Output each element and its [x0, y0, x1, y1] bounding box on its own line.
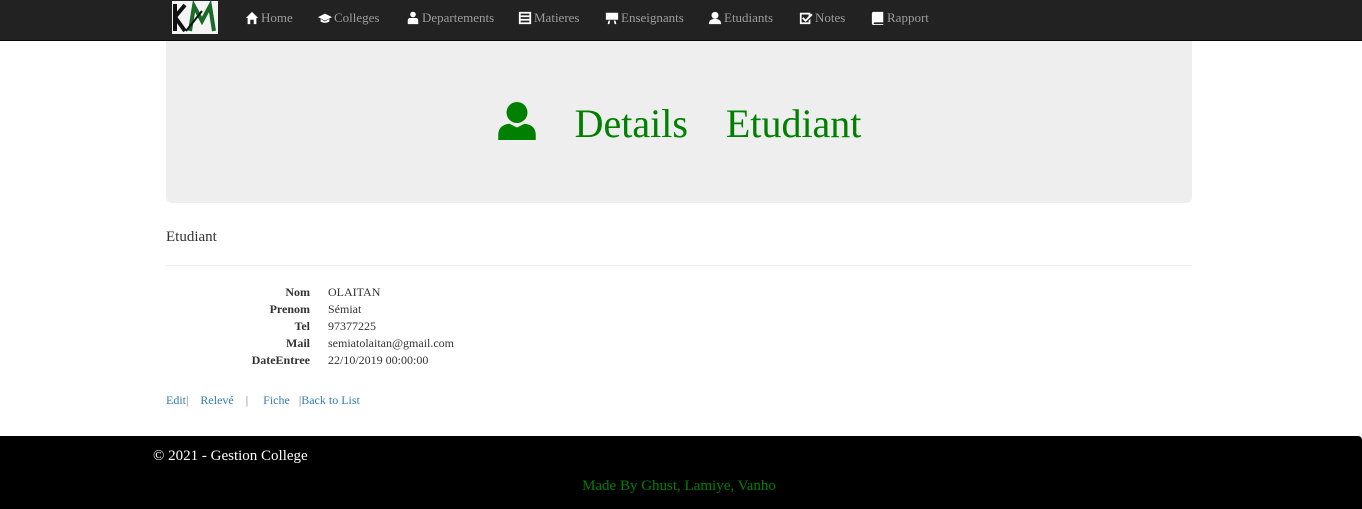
mail-label: Mail: [286, 336, 310, 350]
nav-enseignants[interactable]: Enseignants: [605, 0, 684, 36]
tel-label: Tel: [294, 319, 310, 333]
nav-label: Departements: [422, 10, 495, 25]
link-separator: |: [186, 393, 189, 407]
date-entree-value: 22/10/2019 00:00:00: [328, 353, 429, 367]
user-icon: [497, 100, 537, 140]
book-icon: [871, 11, 884, 25]
nav-label: Matieres: [534, 10, 580, 25]
nom-value: OLAITAN: [328, 285, 381, 299]
nav-notes[interactable]: Notes: [799, 0, 845, 36]
nav-departements[interactable]: Departements: [406, 0, 494, 36]
nav-label: Notes: [815, 10, 846, 25]
edit-link[interactable]: Edit: [166, 393, 186, 407]
page-header-jumbotron: Details Etudiant: [166, 41, 1192, 203]
home-icon: [245, 11, 259, 25]
nav-matieres[interactable]: Matieres: [518, 0, 579, 36]
fiche-link[interactable]: Fiche: [263, 393, 290, 407]
blackboard-icon: [605, 12, 619, 25]
title-word-details: Details: [574, 101, 688, 146]
action-links: Edit| Relevé | Fiche |Back to List: [166, 393, 360, 408]
graduation-cap-icon: [318, 13, 332, 23]
releve-link[interactable]: Relevé: [200, 393, 233, 407]
nav-label: Home: [261, 10, 293, 25]
check-icon: [799, 12, 813, 25]
nav-label: Enseignants: [621, 10, 684, 25]
page-footer: © 2021 - Gestion College Made By Ghust, …: [0, 436, 1362, 509]
divider: [166, 265, 1192, 266]
detail-row-nom: Nom OLAITAN: [166, 284, 766, 301]
top-navbar: Home Colleges Departements Matieres Ense…: [0, 0, 1362, 41]
nav-label: Etudiants: [724, 10, 774, 25]
link-separator: |: [245, 393, 249, 407]
credits-text: Made By Ghust, Lamiye, Vanho: [582, 478, 776, 494]
copyright-text: © 2021 - Gestion College: [153, 448, 308, 464]
prenom-value: Sémiat: [328, 302, 362, 316]
detail-row-prenom: Prenom Sémiat: [166, 301, 766, 318]
list-alt-icon: [518, 11, 532, 25]
nav-rapport[interactable]: Rapport: [871, 0, 929, 36]
km-logo-icon: [172, 1, 218, 34]
page-title: Details Etudiant: [166, 99, 1192, 149]
nav-label: Rapport: [887, 10, 929, 25]
nav-etudiants[interactable]: Etudiants: [708, 0, 773, 36]
student-details-list: Nom OLAITAN Prenom Sémiat Tel 97377225 M…: [166, 284, 766, 369]
title-word-etudiant: Etudiant: [725, 101, 862, 146]
brand-logo[interactable]: [172, 1, 218, 34]
detail-row-mail: Mail semiatolaitan@gmail.com: [166, 335, 766, 352]
detail-row-tel: Tel 97377225: [166, 318, 766, 335]
detail-row-date-entree: DateEntree 22/10/2019 00:00:00: [166, 352, 766, 369]
date-entree-label: DateEntree: [251, 353, 310, 367]
mail-value: semiatolaitan@gmail.com: [328, 336, 455, 350]
prenom-label: Prenom: [269, 302, 310, 316]
section-title: Etudiant: [166, 229, 217, 245]
nav-label: Colleges: [334, 10, 380, 25]
nom-label: Nom: [285, 285, 310, 299]
user-tie-icon: [407, 11, 419, 25]
nav-colleges[interactable]: Colleges: [318, 0, 380, 36]
back-to-list-link[interactable]: Back to List: [301, 393, 360, 407]
tel-value: 97377225: [328, 319, 376, 333]
nav-home[interactable]: Home: [245, 0, 293, 36]
user-icon: [708, 11, 722, 25]
